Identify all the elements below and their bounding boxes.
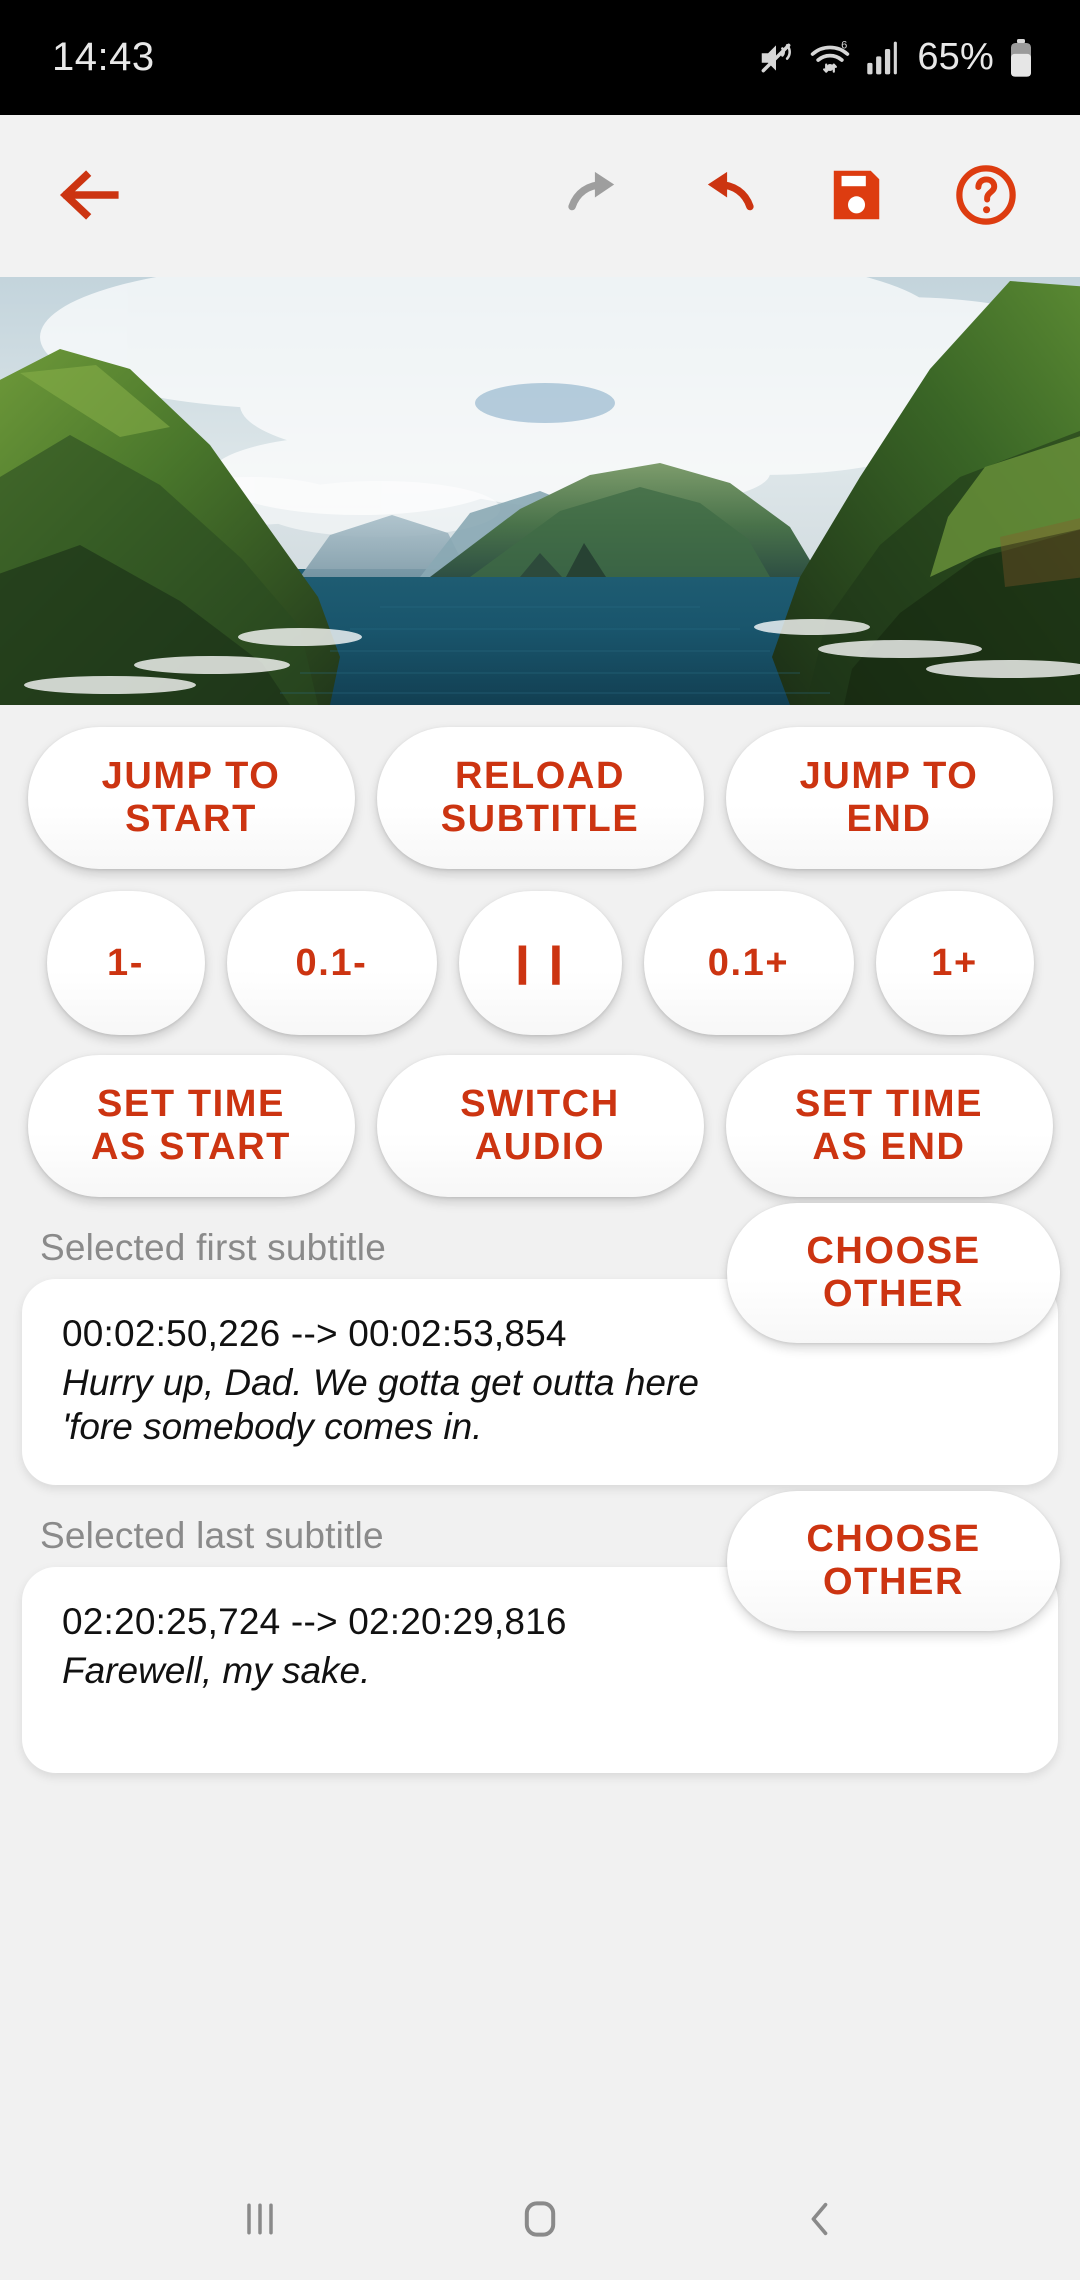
nav-home-button[interactable] xyxy=(470,2160,610,2280)
choose-other-last-line1: CHOOSE xyxy=(806,1518,981,1561)
status-icons: 6 65% xyxy=(757,36,1034,79)
status-clock: 14:43 xyxy=(52,35,155,79)
save-button[interactable] xyxy=(808,148,904,244)
toolbar-actions xyxy=(548,148,1034,244)
nav-recents-button[interactable] xyxy=(190,2160,330,2280)
seek-plus-1-button[interactable]: 1+ xyxy=(875,891,1034,1035)
seek-plus-1-label: 1+ xyxy=(931,941,978,984)
help-question-icon xyxy=(952,161,1020,232)
redo-button[interactable] xyxy=(548,148,644,244)
back-button[interactable] xyxy=(42,148,138,244)
choose-other-last-line2: OTHER xyxy=(822,1561,964,1603)
switch-audio-line2: AUDIO xyxy=(474,1126,606,1168)
wifi-6-icon: 6 xyxy=(809,39,851,77)
control-row-seek: 1- 0.1- ❙❙ 0.1+ 1+ xyxy=(0,891,1080,1035)
undo-icon xyxy=(693,162,759,231)
set-time-as-end-button[interactable]: SET TIME AS END xyxy=(725,1055,1053,1197)
pause-icon: ❙❙ xyxy=(506,941,574,984)
video-preview[interactable] xyxy=(0,277,1080,705)
mute-icon xyxy=(757,39,795,77)
seek-plus-01-button[interactable]: 0.1+ xyxy=(643,891,854,1035)
seek-minus-01-label: 0.1- xyxy=(295,941,368,984)
play-pause-button[interactable]: ❙❙ xyxy=(458,891,622,1035)
help-button[interactable] xyxy=(938,148,1034,244)
app-toolbar xyxy=(0,115,1080,277)
choose-other-first-button[interactable]: CHOOSE OTHER xyxy=(727,1203,1060,1343)
choose-other-first-line1: CHOOSE xyxy=(806,1230,981,1273)
battery-icon xyxy=(1008,38,1034,78)
reload-subtitle-line2: SUBTITLE xyxy=(440,798,640,840)
reload-subtitle-button[interactable]: RELOAD SUBTITLE xyxy=(376,727,704,869)
last-subtitle-section: Selected last subtitle 02:20:25,724 --> … xyxy=(0,1491,1080,1773)
nav-back-button[interactable] xyxy=(750,2160,890,2280)
jump-to-start-line1: JUMP TO xyxy=(101,755,281,798)
save-floppy-icon xyxy=(825,164,887,229)
back-chevron-icon xyxy=(798,2196,842,2245)
battery-percent-label: 65% xyxy=(917,36,994,78)
set-time-as-end-line2: AS END xyxy=(812,1126,966,1168)
recents-icon xyxy=(237,2197,283,2244)
choose-other-last-button[interactable]: CHOOSE OTHER xyxy=(727,1491,1060,1631)
switch-audio-line1: SWITCH xyxy=(460,1083,620,1126)
jump-to-start-button[interactable]: JUMP TO START xyxy=(27,727,355,869)
last-subtitle-text: Farewell, my sake. xyxy=(62,1650,371,1691)
control-row-jump: JUMP TO START RELOAD SUBTITLE JUMP TO EN… xyxy=(0,727,1080,869)
set-time-as-end-line1: SET TIME xyxy=(794,1083,984,1126)
seek-minus-1-button[interactable]: 1- xyxy=(46,891,205,1035)
set-time-as-start-button[interactable]: SET TIME AS START xyxy=(27,1055,355,1197)
jump-to-end-line2: END xyxy=(846,798,932,840)
undo-button[interactable] xyxy=(678,148,774,244)
home-icon xyxy=(516,2195,564,2246)
seek-plus-01-label: 0.1+ xyxy=(707,941,790,984)
jump-to-end-button[interactable]: JUMP TO END xyxy=(725,727,1053,869)
reload-subtitle-line1: RELOAD xyxy=(454,755,626,798)
set-time-as-start-line2: AS START xyxy=(91,1126,291,1168)
android-navigation-bar xyxy=(0,2160,1080,2280)
set-time-as-start-line1: SET TIME xyxy=(96,1083,285,1126)
redo-icon xyxy=(563,162,629,231)
back-arrow-icon xyxy=(55,160,125,233)
jump-to-end-line1: JUMP TO xyxy=(799,755,979,798)
cellular-signal-icon xyxy=(865,40,899,76)
status-bar: 14:43 6 65% xyxy=(0,0,1080,115)
jump-to-start-line2: START xyxy=(125,798,257,840)
control-row-settime: SET TIME AS START SWITCH AUDIO SET TIME … xyxy=(0,1055,1080,1197)
choose-other-first-line2: OTHER xyxy=(822,1273,964,1315)
svg-text:6: 6 xyxy=(841,39,847,51)
first-subtitle-text: Hurry up, Dad. We gotta get outta here '… xyxy=(62,1362,699,1447)
switch-audio-button[interactable]: SWITCH AUDIO xyxy=(376,1055,704,1197)
app-screen: 14:43 6 65% JUMP TO START RELOAD SUBTITL… xyxy=(0,0,1080,2280)
seek-minus-1-label: 1- xyxy=(107,941,144,984)
seek-minus-01-button[interactable]: 0.1- xyxy=(226,891,437,1035)
first-subtitle-section: Selected first subtitle 00:02:50,226 -->… xyxy=(0,1203,1080,1485)
